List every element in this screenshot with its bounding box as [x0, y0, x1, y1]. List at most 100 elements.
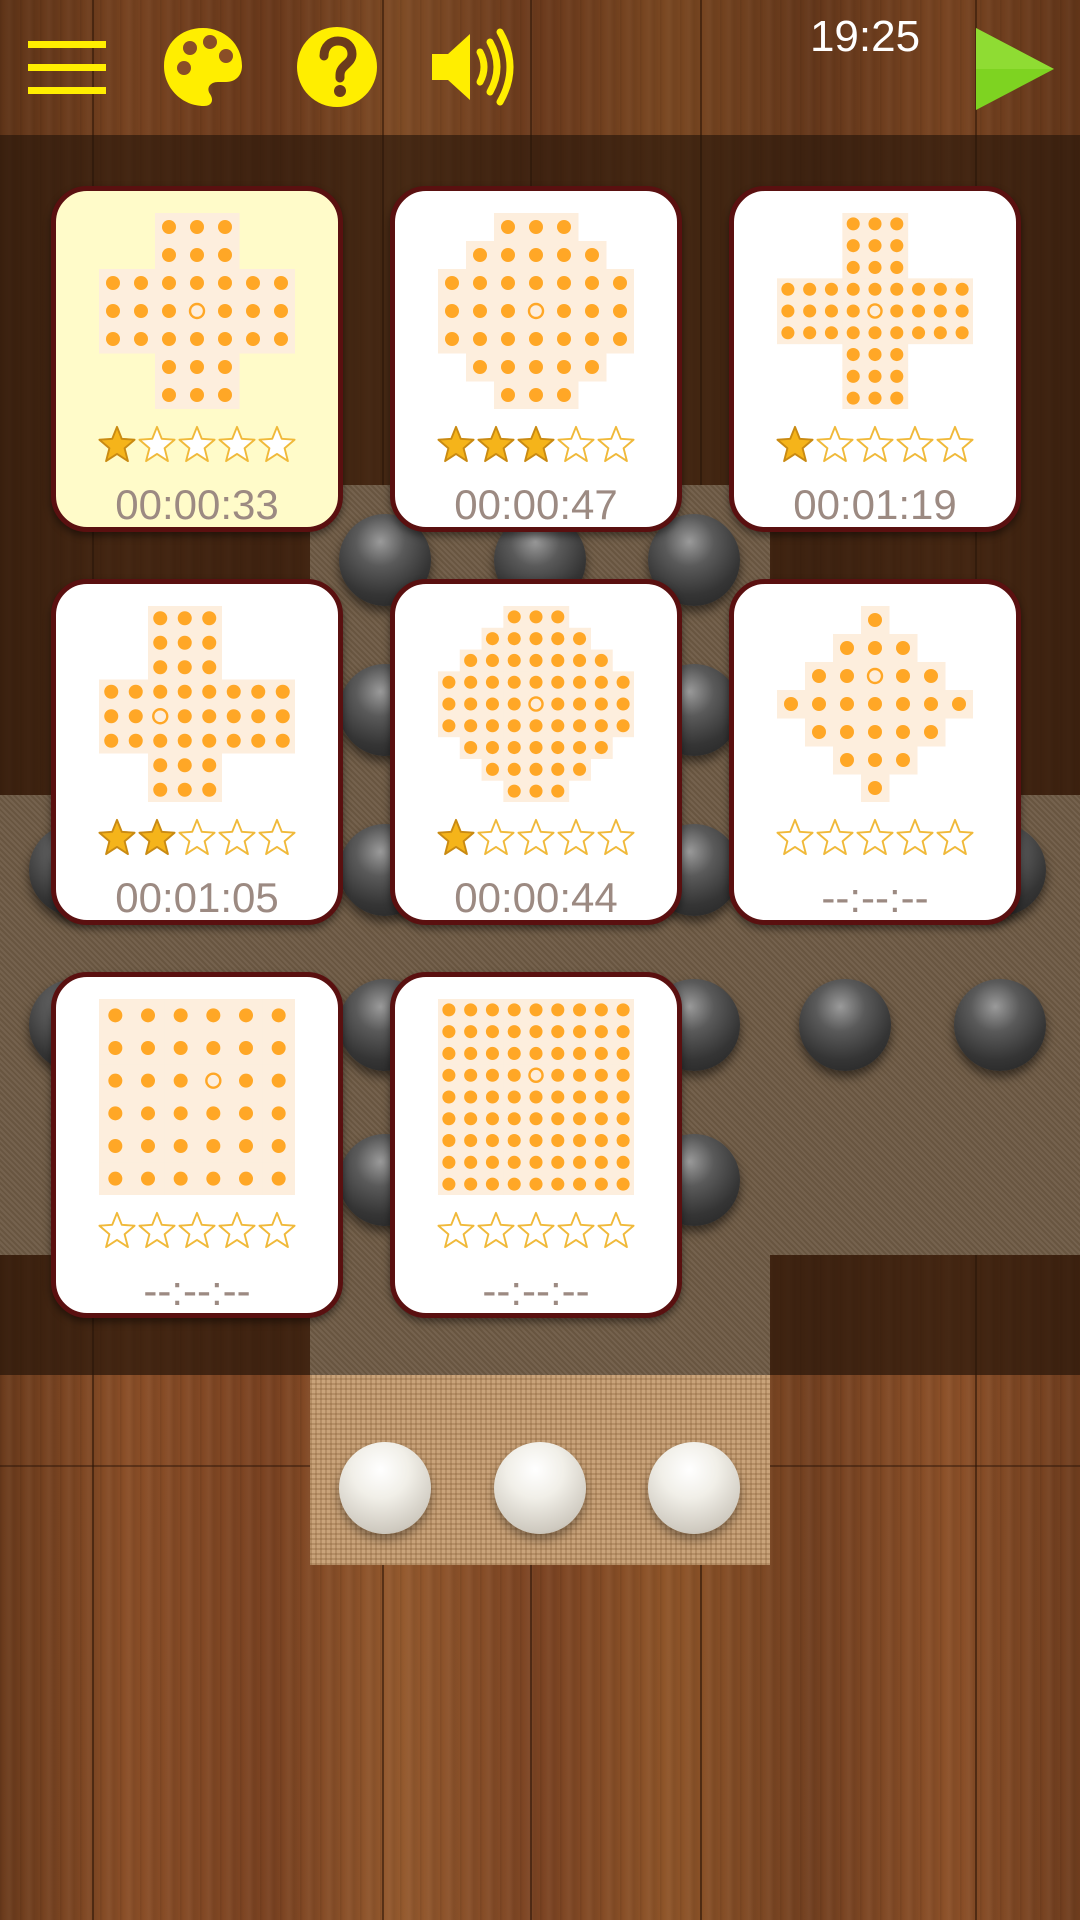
peg	[585, 304, 599, 318]
star-rating	[56, 1211, 338, 1255]
peg	[868, 326, 882, 340]
peg	[551, 610, 565, 624]
peg	[803, 326, 817, 340]
peg	[507, 762, 521, 776]
peg	[529, 610, 543, 624]
peg	[912, 304, 926, 318]
peg	[529, 332, 543, 346]
peg	[868, 282, 882, 296]
peg	[239, 1139, 253, 1153]
peg	[108, 1171, 123, 1186]
peg	[613, 332, 627, 346]
peg	[955, 282, 969, 296]
best-time: 00:00:44	[454, 874, 618, 921]
level-card[interactable]: 00:01:19	[729, 186, 1021, 532]
peg	[573, 741, 587, 755]
peg	[442, 1112, 456, 1126]
peg	[177, 635, 192, 650]
level-card[interactable]: 00:00:44	[390, 579, 682, 925]
peg	[173, 1139, 188, 1153]
theme-button[interactable]	[158, 22, 248, 112]
level-card[interactable]: 00:01:05	[51, 579, 343, 925]
best-time: --:--:--	[482, 1267, 590, 1314]
peg	[594, 1155, 608, 1169]
peg	[529, 1003, 543, 1017]
peg	[573, 632, 587, 646]
peg	[202, 709, 217, 724]
peg	[442, 1155, 456, 1169]
peg	[275, 709, 290, 724]
peg	[153, 782, 168, 797]
level-card[interactable]: --:--:--	[390, 972, 682, 1318]
star-empty-icon	[557, 818, 595, 856]
peg	[464, 1046, 478, 1060]
peg-board-icon	[438, 606, 634, 802]
peg	[218, 304, 232, 318]
level-card[interactable]: 00:00:33	[51, 186, 343, 532]
peg	[594, 1177, 608, 1191]
peg	[781, 304, 795, 318]
peg	[529, 741, 543, 755]
peg	[190, 248, 204, 262]
peg	[218, 248, 232, 262]
peg	[442, 1177, 456, 1191]
peg-board-icon	[99, 999, 295, 1195]
peg	[924, 697, 938, 711]
peg	[585, 332, 599, 346]
peg	[529, 360, 543, 374]
peg	[616, 1068, 630, 1082]
peg	[153, 660, 168, 675]
peg	[246, 332, 260, 346]
peg	[134, 276, 148, 290]
peg	[846, 391, 860, 405]
peg	[594, 1046, 608, 1060]
peg	[190, 220, 204, 234]
peg	[890, 391, 904, 405]
peg	[616, 719, 630, 733]
peg	[128, 684, 143, 699]
level-card[interactable]: --:--:--	[729, 579, 1021, 925]
peg	[594, 1134, 608, 1148]
peg	[529, 1046, 543, 1060]
peg	[933, 282, 947, 296]
peg	[190, 276, 204, 290]
peg	[529, 719, 543, 733]
peg	[507, 1025, 521, 1039]
peg	[933, 326, 947, 340]
peg	[529, 1134, 543, 1148]
peg	[162, 388, 176, 402]
peg	[840, 725, 854, 739]
peg	[507, 741, 521, 755]
peg	[896, 641, 910, 655]
peg	[616, 1090, 630, 1104]
hamburger-menu-icon	[28, 41, 106, 94]
menu-button[interactable]	[22, 22, 112, 112]
peg	[594, 1003, 608, 1017]
sound-button[interactable]	[428, 22, 518, 112]
peg	[485, 1112, 499, 1126]
peg	[134, 332, 148, 346]
peg	[846, 304, 860, 318]
play-button[interactable]	[968, 24, 1058, 114]
play-icon	[976, 28, 1054, 110]
peg	[594, 1025, 608, 1039]
peg	[551, 1155, 565, 1169]
peg	[445, 304, 459, 318]
peg	[271, 1139, 286, 1153]
peg	[501, 248, 515, 262]
peg	[108, 1106, 123, 1121]
level-card[interactable]: --:--:--	[51, 972, 343, 1318]
peg	[507, 1134, 521, 1148]
star-empty-icon	[98, 1211, 136, 1249]
level-card[interactable]: 00:00:47	[390, 186, 682, 532]
help-button[interactable]	[292, 22, 382, 112]
peg	[573, 653, 587, 667]
peg	[104, 733, 119, 748]
peg	[442, 719, 456, 733]
peg	[557, 276, 571, 290]
star-empty-icon	[936, 818, 974, 856]
peg	[177, 709, 192, 724]
peg	[162, 304, 176, 318]
peg	[585, 276, 599, 290]
peg	[206, 1008, 221, 1023]
